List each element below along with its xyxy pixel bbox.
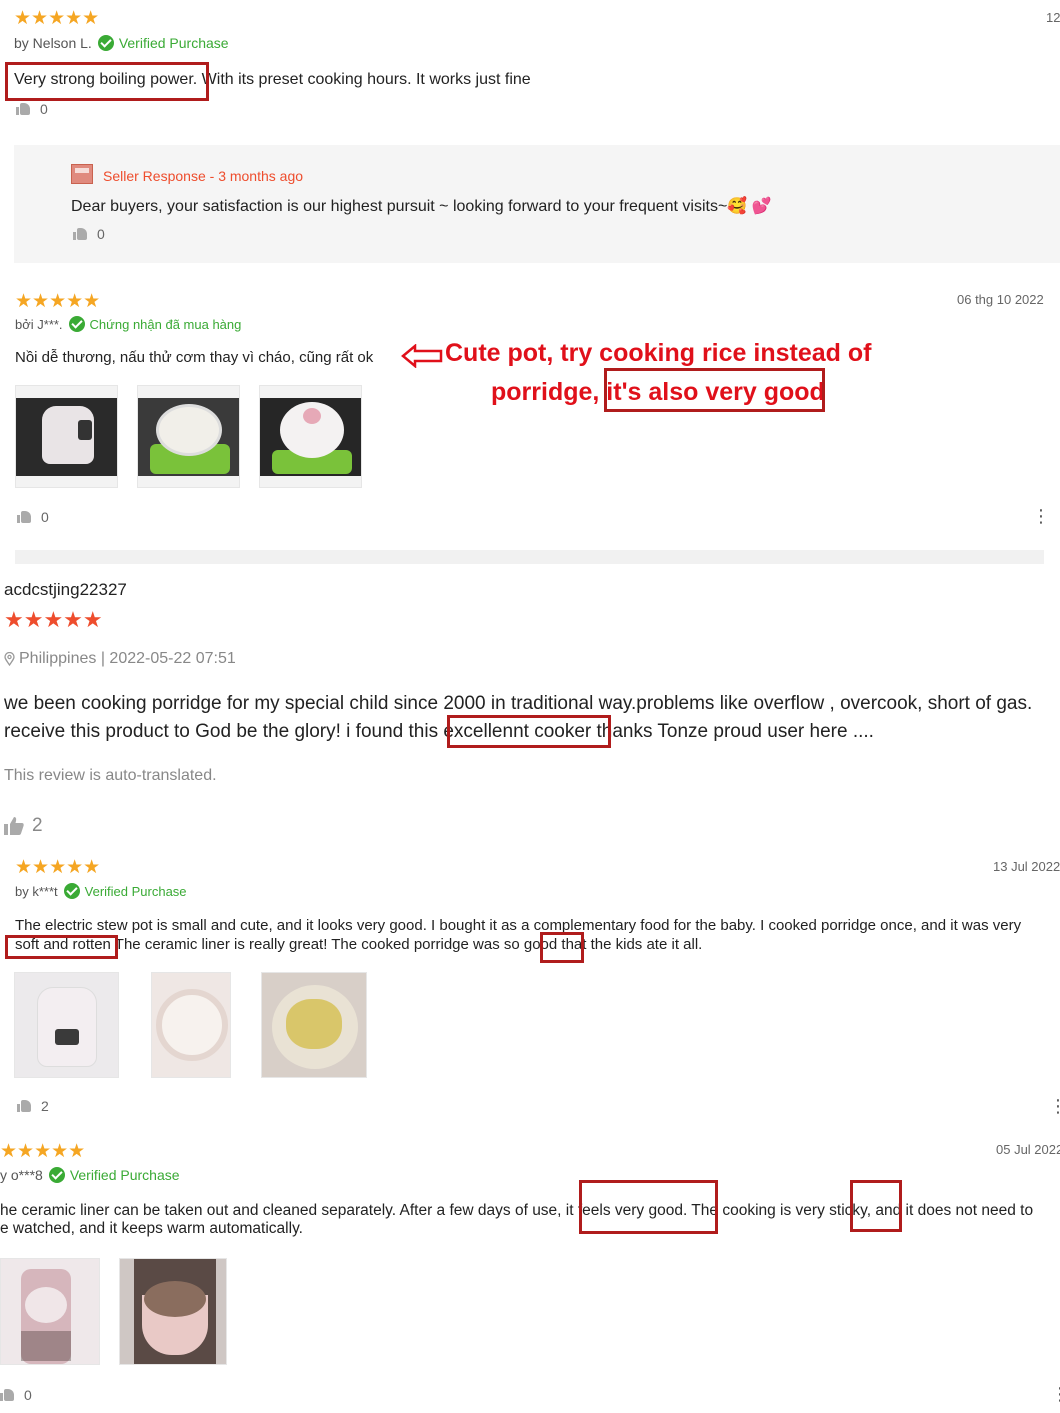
review-date: 05 Jul 2022 bbox=[996, 1142, 1060, 1157]
verified-badge: Verified Purchase bbox=[63, 883, 187, 899]
reviewer-meta: y o***8 Verified Purchase bbox=[0, 1167, 180, 1183]
review-photo[interactable] bbox=[0, 1258, 100, 1365]
review-text-line: receive this product to God be the glory… bbox=[4, 721, 874, 743]
thumbs-up-icon bbox=[73, 228, 87, 240]
like-count: 0 bbox=[97, 226, 105, 242]
seller-response-time: 3 months ago bbox=[218, 168, 304, 184]
like-count: 0 bbox=[24, 1387, 32, 1403]
review-text: Nồi dễ thương, nấu thử cơm thay vì cháo,… bbox=[15, 349, 374, 366]
review-text-line: we been cooking porridge for my special … bbox=[4, 693, 1033, 714]
verified-check-icon bbox=[48, 1167, 65, 1183]
like-count: 2 bbox=[32, 815, 43, 836]
annotation-line-1: Cute pot, try cooking rice instead of bbox=[445, 339, 872, 367]
highlight-box bbox=[540, 932, 584, 963]
annotation-text: porridge, bbox=[491, 378, 607, 406]
review-text-line: The electric stew pot is small and cute,… bbox=[15, 917, 1022, 934]
review-date: 06 thg 10 2022 bbox=[957, 292, 1044, 307]
reviewer-meta: by k***t Verified Purchase bbox=[15, 883, 187, 899]
annotation-arrow-icon bbox=[401, 344, 443, 368]
seller-like-button[interactable]: 0 bbox=[73, 226, 105, 242]
thumbs-up-icon bbox=[17, 1100, 31, 1112]
like-button[interactable]: 2 bbox=[17, 1098, 49, 1114]
like-button[interactable]: 2 bbox=[4, 815, 43, 837]
review-photo[interactable] bbox=[261, 972, 367, 1078]
seller-response-body: Dear buyers, your satisfaction is our hi… bbox=[71, 198, 728, 215]
like-count: 0 bbox=[41, 509, 49, 525]
like-count: 0 bbox=[40, 101, 48, 117]
review-photo[interactable] bbox=[137, 385, 240, 488]
location-pin-icon bbox=[4, 652, 15, 666]
reviewer-name: by Nelson L. bbox=[14, 35, 92, 51]
thumbs-up-icon bbox=[0, 1389, 14, 1401]
verified-label: Verified Purchase bbox=[69, 1167, 180, 1183]
rating-stars: ★★★★★ bbox=[4, 607, 103, 632]
like-count: 2 bbox=[41, 1098, 49, 1114]
review-text-part: thanks Tonze proud user here .... bbox=[591, 721, 874, 742]
highlight-box bbox=[5, 935, 118, 959]
rating-stars: ★★★★★ bbox=[15, 291, 101, 312]
review-location: Philippines | 2022-05-22 07:51 bbox=[4, 650, 236, 668]
shop-icon bbox=[71, 164, 93, 184]
verified-check-icon bbox=[63, 883, 80, 899]
like-button[interactable]: 0 bbox=[16, 101, 48, 117]
review-text-part: The ceramic liner is really great! The c… bbox=[110, 936, 524, 953]
emoji: 🥰 💕 bbox=[727, 198, 772, 215]
seller-response: Seller Response - 3 months ago Dear buye… bbox=[14, 145, 1060, 263]
auto-translated-note: This review is auto-translated. bbox=[4, 767, 217, 784]
rating-stars: ★★★★★ bbox=[14, 8, 100, 29]
review-photo[interactable] bbox=[151, 972, 231, 1078]
reviewer-name: y o***8 bbox=[0, 1167, 43, 1183]
review-text-part: receive this product to God be the glory… bbox=[4, 721, 444, 742]
review-text-rest: With its preset cooking hours. It works … bbox=[197, 71, 531, 88]
review-photo[interactable] bbox=[119, 1258, 227, 1365]
verified-check-icon bbox=[68, 316, 85, 332]
verified-check-icon bbox=[97, 35, 114, 51]
verified-label: Chứng nhận đã mua hàng bbox=[89, 316, 242, 332]
thumbs-up-icon bbox=[17, 511, 31, 523]
review-photo[interactable] bbox=[259, 385, 362, 488]
reviewer-meta: by Nelson L. Verified Purchase bbox=[14, 35, 229, 51]
like-button[interactable]: 0 bbox=[0, 1387, 32, 1403]
review-date: 12 bbox=[1046, 10, 1060, 25]
seller-response-text: Dear buyers, your satisfaction is our hi… bbox=[71, 196, 772, 216]
reviewer-username: acdcstjing22327 bbox=[4, 580, 127, 599]
highlight-box bbox=[447, 715, 611, 748]
more-options-icon[interactable]: ⋮ bbox=[1049, 1097, 1060, 1115]
highlight-box bbox=[604, 368, 825, 412]
separator: - bbox=[205, 168, 219, 184]
review-text-part: he ceramic liner can be taken out and cl… bbox=[0, 1202, 566, 1219]
verified-badge: Verified Purchase bbox=[48, 1167, 180, 1183]
verified-badge: Verified Purchase bbox=[97, 35, 229, 51]
review-photo[interactable] bbox=[15, 385, 118, 488]
verified-label: Verified Purchase bbox=[118, 35, 229, 51]
seller-response-header: Seller Response - 3 months ago bbox=[103, 168, 303, 184]
rating-stars: ★★★★★ bbox=[15, 857, 101, 878]
like-button[interactable]: 0 bbox=[17, 509, 49, 525]
review-text-line: soft and rotten The ceramic liner is rea… bbox=[15, 936, 702, 953]
reviewer-name: by k***t bbox=[15, 883, 58, 899]
more-options-icon[interactable]: ⋮ bbox=[1032, 507, 1050, 525]
highlight-box bbox=[5, 62, 209, 101]
rating-stars: ★★★★★ bbox=[0, 1141, 86, 1162]
reviewer-name: bởi J***. bbox=[15, 316, 63, 332]
seller-label: Seller Response bbox=[103, 168, 206, 184]
review-text-line: e watched, and it keeps warm automatical… bbox=[0, 1220, 303, 1237]
highlight-box bbox=[579, 1180, 718, 1234]
location-text: Philippines | 2022-05-22 07:51 bbox=[19, 650, 236, 667]
more-options-icon[interactable]: ⋮ bbox=[1051, 1385, 1060, 1403]
reviewer-meta: bởi J***. Chứng nhận đã mua hàng bbox=[15, 316, 241, 332]
review-photo[interactable] bbox=[14, 972, 119, 1078]
thumbs-up-icon bbox=[4, 817, 24, 835]
divider bbox=[15, 550, 1044, 564]
verified-badge: Chứng nhận đã mua hàng bbox=[68, 316, 242, 332]
highlight-box bbox=[850, 1180, 902, 1232]
thumbs-up-icon bbox=[16, 103, 30, 115]
verified-label: Verified Purchase bbox=[84, 883, 187, 899]
review-date: 13 Jul 2022 bbox=[993, 859, 1060, 874]
